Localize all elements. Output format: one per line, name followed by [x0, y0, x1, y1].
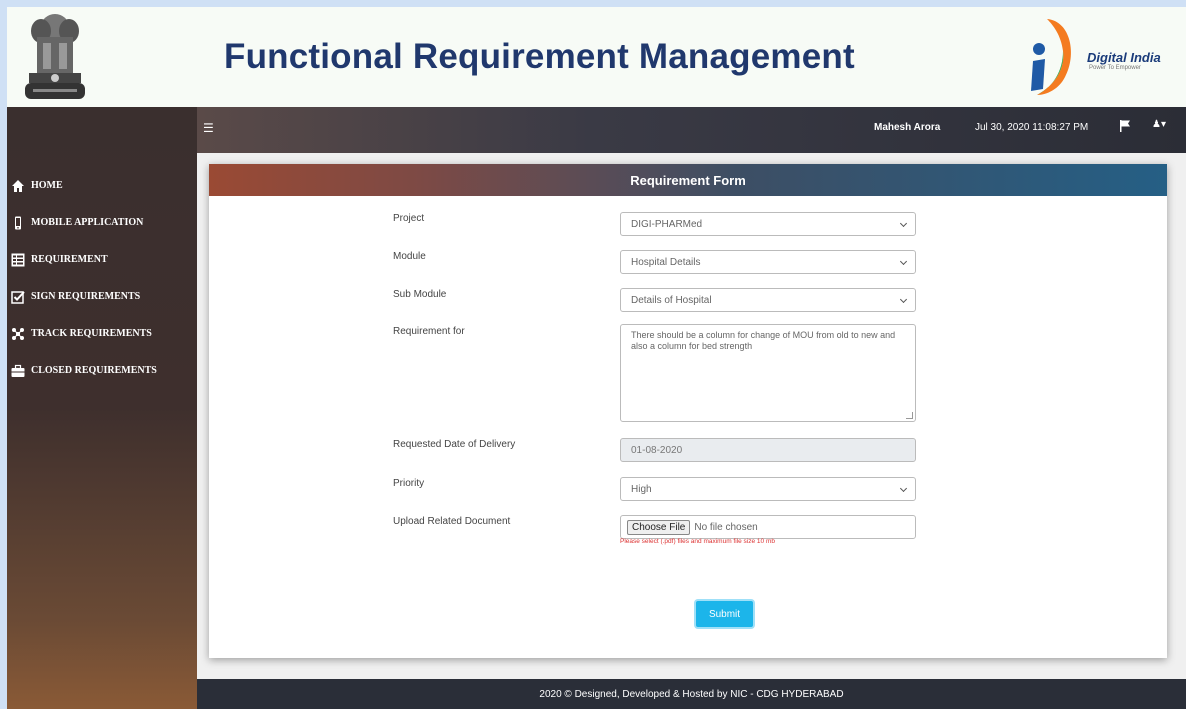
submodule-select[interactable]: Details of Hospital — [620, 288, 916, 312]
priority-label: Priority — [393, 478, 425, 489]
submodule-select-value: Details of Hospital — [631, 294, 712, 306]
header: Functional Requirement Management Digita… — [7, 7, 1186, 107]
date-label: Requested Date of Delivery — [393, 439, 516, 450]
priority-select-value: High — [631, 483, 652, 495]
module-label: Module — [393, 251, 426, 262]
delivery-date-value: 01-08-2020 — [631, 444, 683, 456]
brand-tagline: Power To Empower — [1089, 65, 1141, 71]
module-select-value: Hospital Details — [631, 256, 701, 268]
project-select-value: DIGI-PHARMed — [631, 218, 703, 230]
datetime: Jul 30, 2020 11:08:27 PM — [975, 122, 1089, 133]
sidebar-item-label: TRACK REQUIREMENTS — [31, 328, 152, 339]
list-icon — [11, 253, 25, 266]
submodule-label: Sub Module — [393, 289, 447, 300]
flag-icon[interactable] — [1119, 119, 1131, 133]
requirement-label: Requirement for — [393, 326, 465, 337]
project-select[interactable]: DIGI-PHARMed — [620, 212, 916, 236]
sidebar-nav: HOME MOBILE APPLICATION REQUIREMENT SIGN… — [7, 167, 197, 389]
page-title: Functional Requirement Management — [224, 37, 855, 76]
briefcase-icon — [11, 364, 25, 377]
no-file-text: No file chosen — [694, 521, 758, 533]
track-icon — [12, 327, 24, 340]
sidebar-item-mobile-application[interactable]: MOBILE APPLICATION — [7, 204, 197, 241]
project-label: Project — [393, 213, 425, 224]
file-upload-input[interactable]: Choose File No file chosen — [620, 515, 916, 539]
choose-file-button[interactable]: Choose File — [627, 519, 691, 535]
sidebar-item-sign-requirements[interactable]: SIGN REQUIREMENTS — [7, 278, 197, 315]
requirement-textarea[interactable]: There should be a column for change of M… — [620, 324, 916, 422]
sidebar-item-label: HOME — [31, 180, 63, 191]
brand-text: Digital India — [1087, 50, 1161, 65]
top-bar: ☰ Mahesh Arora Jul 30, 2020 11:08:27 PM … — [197, 107, 1186, 153]
sidebar-item-home[interactable]: HOME — [7, 167, 197, 204]
sidebar-item-label: REQUIREMENT — [31, 254, 108, 265]
priority-select[interactable]: High — [620, 477, 916, 501]
requirement-form-card: Requirement Form Project DIGI-PHARMed Mo… — [209, 164, 1167, 658]
user-name: Mahesh Arora — [874, 122, 941, 133]
main-content: Requirement Form Project DIGI-PHARMed Mo… — [197, 153, 1186, 679]
requirement-text: There should be a column for change of M… — [631, 330, 896, 351]
sidebar-item-track-requirements[interactable]: TRACK REQUIREMENTS — [7, 315, 197, 352]
form-title: Requirement Form — [209, 164, 1167, 196]
mobile-icon — [15, 216, 21, 229]
delivery-date-field: 01-08-2020 — [620, 438, 916, 462]
home-icon — [12, 179, 24, 192]
national-emblem-icon — [25, 14, 85, 99]
check-square-icon — [11, 290, 25, 304]
sidebar-item-requirement[interactable]: REQUIREMENT — [7, 241, 197, 278]
app-frame: Functional Requirement Management Digita… — [7, 7, 1186, 709]
footer: 2020 © Designed, Developed & Hosted by N… — [197, 679, 1186, 709]
sidebar-item-label: CLOSED REQUIREMENTS — [31, 365, 157, 376]
module-select[interactable]: Hospital Details — [620, 250, 916, 274]
sidebar-item-closed-requirements[interactable]: CLOSED REQUIREMENTS — [7, 352, 197, 389]
sidebar-item-label: MOBILE APPLICATION — [31, 217, 144, 228]
upload-label: Upload Related Document — [393, 516, 511, 527]
hamburger-icon[interactable]: ☰ — [203, 121, 214, 135]
sidebar-item-label: SIGN REQUIREMENTS — [31, 291, 141, 302]
resize-handle-icon[interactable] — [906, 412, 913, 419]
user-dropdown-icon[interactable]: ♟▾ — [1152, 119, 1166, 130]
digital-india-logo-icon — [1031, 19, 1071, 95]
upload-hint: Please select (.pdf) files and maximum f… — [620, 538, 775, 545]
submit-button[interactable]: Submit — [696, 601, 753, 627]
